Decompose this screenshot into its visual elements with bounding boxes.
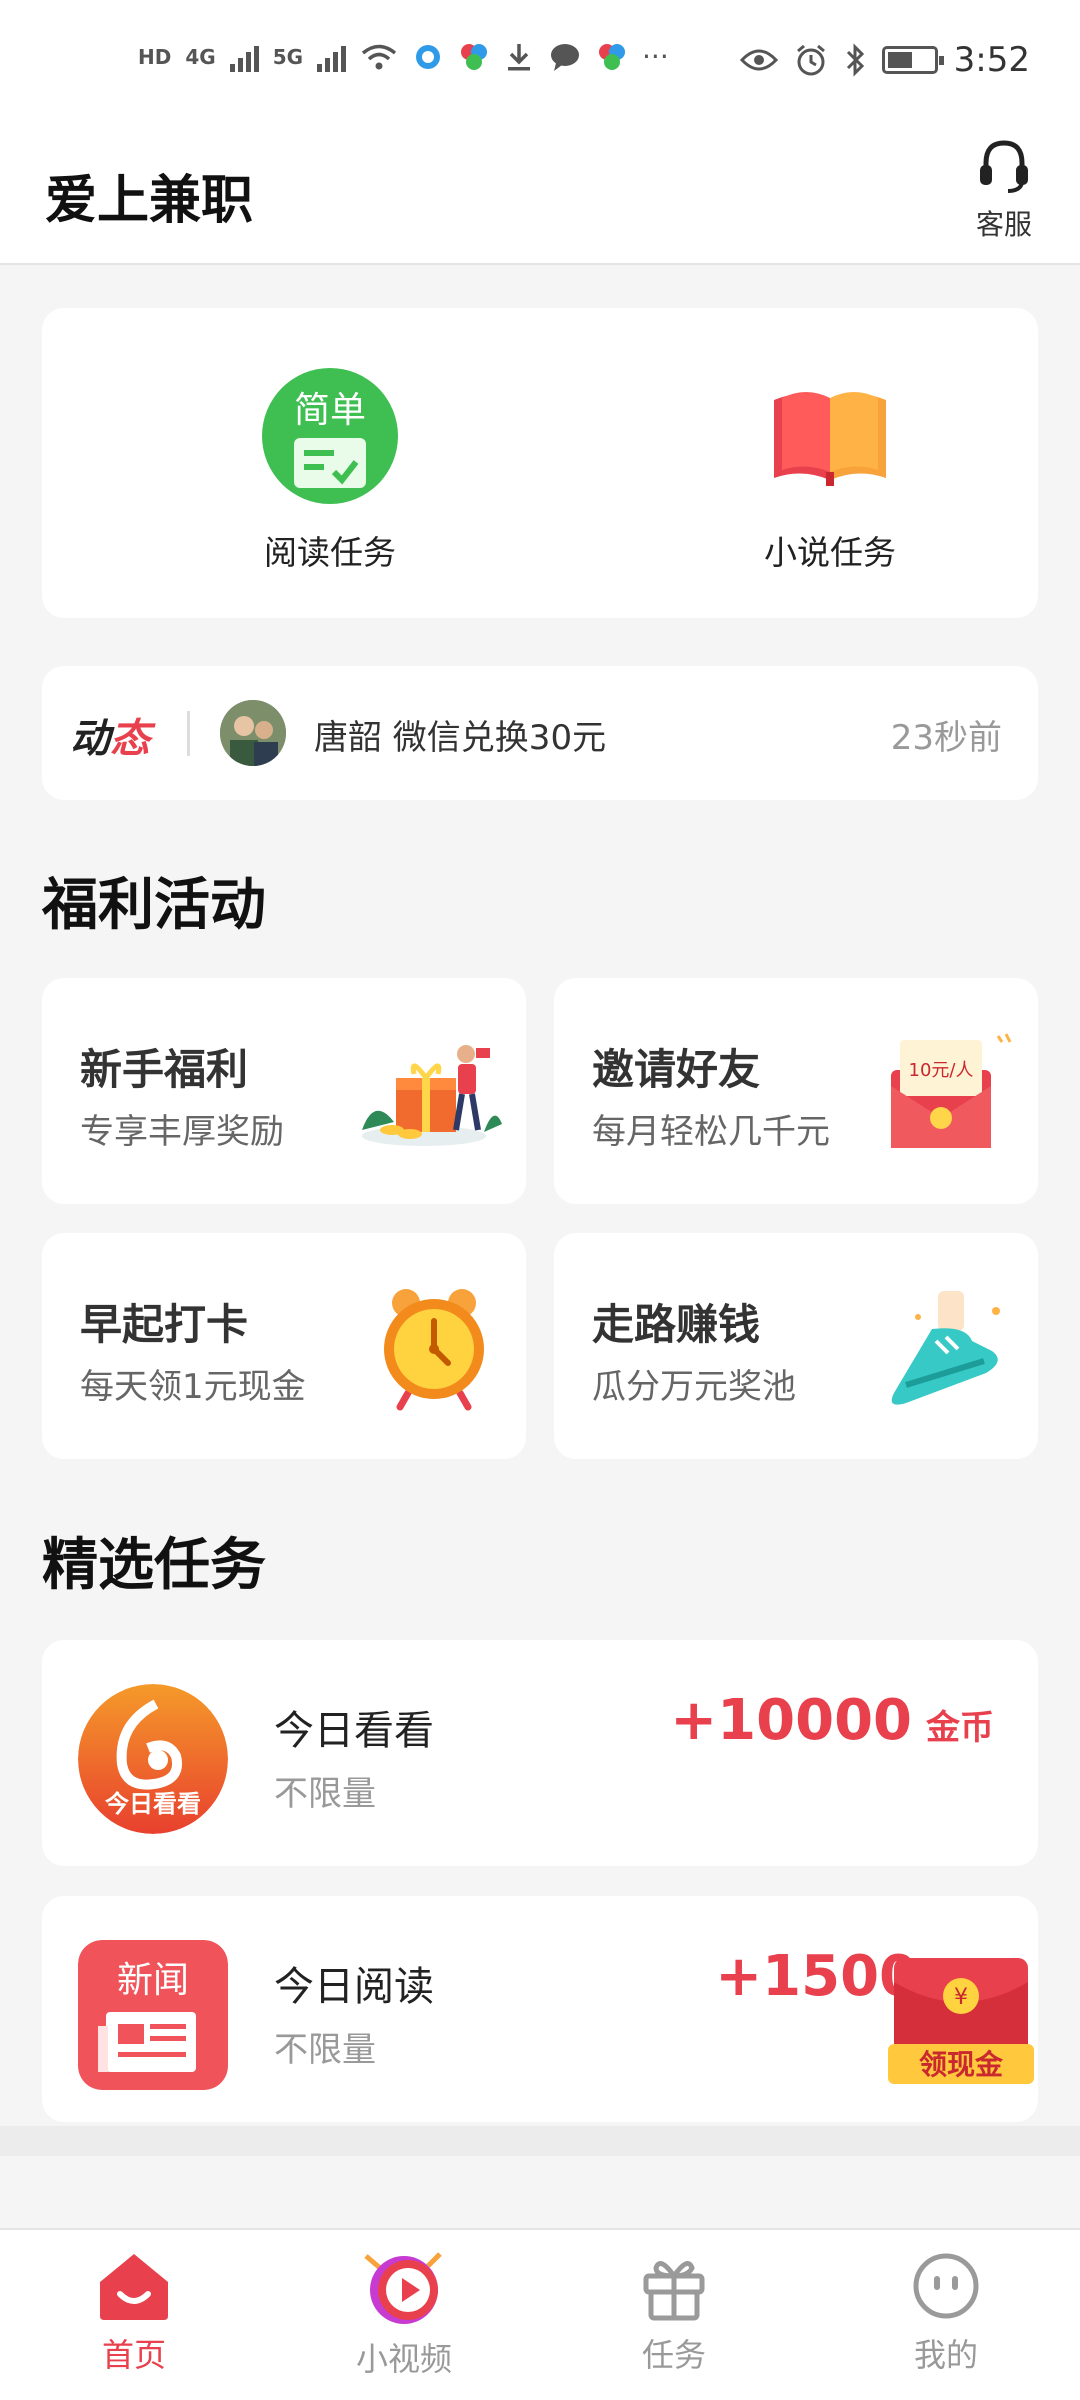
activity-tag: 动态 <box>70 716 150 762</box>
colorful-app-icon <box>461 43 488 70</box>
red-envelope-icon: 10元/人 <box>891 1033 1012 1148</box>
welfare-title: 新手福利 <box>80 1045 249 1094</box>
bluetooth-icon <box>846 43 864 77</box>
welfare-title: 走路赚钱 <box>592 1300 761 1349</box>
welfare-subtitle: 专享丰厚奖励 <box>80 1112 284 1152</box>
nav-tasks-label: 任务 <box>641 2336 706 2374</box>
svg-text:今日看看: 今日看看 <box>105 1790 201 1818</box>
task-entry-card: 简单 阅读任务 小说任务 <box>42 308 1038 618</box>
message-icon <box>551 43 580 71</box>
early-checkin-card[interactable]: 早起打卡 每天领1元现金 <box>42 1233 526 1459</box>
nav-tasks[interactable]: 任务 <box>574 2250 774 2376</box>
reading-task-badge: 简单 <box>294 390 366 431</box>
task-name: 今日阅读 <box>274 1964 434 2010</box>
task-limit: 不限量 <box>274 2030 376 2070</box>
reward-unit: 金币 <box>926 1708 994 1748</box>
welfare-subtitle: 每月轻松几千元 <box>592 1112 830 1152</box>
colorful-app-icon-2 <box>599 43 626 70</box>
nav-home[interactable]: 首页 <box>34 2250 234 2376</box>
sim2-label: 5G <box>272 44 304 69</box>
svg-text:新闻: 新闻 <box>117 1960 189 2001</box>
reading-task-button[interactable]: 简单 阅读任务 <box>230 368 430 574</box>
home-icon <box>100 2254 168 2320</box>
news-logo: 新闻 <box>78 1940 228 2090</box>
newbie-welfare-card[interactable]: 新手福利 专享丰厚奖励 <box>42 978 526 1204</box>
novel-task-button[interactable]: 小说任务 <box>730 368 930 574</box>
activity-time: 23秒前 <box>890 718 1002 758</box>
welfare-title: 早起打卡 <box>80 1300 249 1349</box>
battery-icon <box>881 46 944 74</box>
activity-divider <box>187 711 190 756</box>
nav-short-video[interactable]: 小视频 <box>304 2250 504 2380</box>
status-bar: HD 4G 5G ··· 3:52 <box>0 0 1080 120</box>
alarm-icon <box>796 44 825 76</box>
claim-cash-label: 领现金 <box>919 2048 1004 2081</box>
bottom-navigation: 首页 小视频 任务 我的 <box>0 2228 1080 2400</box>
status-right-icons: 3:52 <box>739 40 1030 80</box>
content-bottom-divider <box>0 2126 1080 2156</box>
status-left-icons: HD 4G 5G ··· <box>138 40 669 73</box>
book-icon <box>774 392 886 486</box>
signal-5g-icon <box>317 42 347 72</box>
task-limit: 不限量 <box>274 1774 376 1814</box>
welfare-section-title: 福利活动 <box>42 873 266 938</box>
download-icon <box>508 43 531 70</box>
nav-home-label: 首页 <box>101 2336 166 2374</box>
welfare-subtitle: 瓜分万元奖池 <box>592 1367 796 1407</box>
reading-task-icon: 简单 <box>262 368 398 504</box>
page-title: 爱上兼职 <box>45 171 254 231</box>
reading-task-label: 阅读任务 <box>264 533 396 572</box>
reward-amount: +10000 <box>670 1688 912 1753</box>
novel-task-label: 小说任务 <box>764 533 896 572</box>
video-play-icon <box>364 2252 442 2324</box>
customer-service-label: 客服 <box>975 208 1032 241</box>
sim1-label: 4G <box>185 44 216 69</box>
task-reward: +10000 金币 <box>670 1688 994 1753</box>
activity-text: 唐韶 微信兑换30元 <box>314 718 607 758</box>
profile-face-icon <box>913 2253 979 2319</box>
sneaker-icon <box>891 1291 1000 1405</box>
welfare-subtitle: 每天领1元现金 <box>80 1367 306 1407</box>
alarm-clock-icon <box>384 1289 484 1411</box>
invite-badge: 10元/人 <box>909 1060 974 1081</box>
nav-mine-label: 我的 <box>913 2336 978 2374</box>
walk-earn-card[interactable]: 走路赚钱 瓜分万元奖池 <box>554 1233 1038 1459</box>
signal-4g-icon <box>229 42 259 72</box>
featured-task-kankan[interactable]: 今日看看 今日看看 不限量 +10000 金币 <box>42 1640 1038 1866</box>
nav-short-video-label: 小视频 <box>355 2340 452 2378</box>
featured-section-title: 精选任务 <box>42 1533 266 1598</box>
avatar <box>220 700 286 766</box>
svg-text:¥: ¥ <box>954 1985 968 2010</box>
wifi-icon <box>361 44 397 69</box>
nav-mine[interactable]: 我的 <box>846 2250 1046 2376</box>
headset-icon <box>980 140 1028 193</box>
red-packet-icon: ¥ 领现金 <box>888 1958 1034 2084</box>
kankan-logo: 今日看看 <box>78 1684 228 1834</box>
gift-box-icon <box>643 2261 705 2321</box>
more-notifications-icon: ··· <box>642 40 669 73</box>
app-header: 爱上兼职 客服 <box>0 120 1080 265</box>
gift-icon <box>362 1045 502 1146</box>
customer-service-button[interactable]: 客服 <box>966 135 1042 243</box>
app-notification-icon <box>416 44 441 69</box>
task-name: 今日看看 <box>274 1708 434 1754</box>
hd-badge: HD <box>138 44 172 69</box>
claim-cash-floating-button[interactable]: ¥ 领现金 <box>886 1952 1036 2087</box>
activity-ticker[interactable]: 动态 唐韶 微信兑换30元 23秒前 <box>42 666 1038 800</box>
eye-icon <box>739 49 778 71</box>
welfare-title: 邀请好友 <box>592 1045 761 1094</box>
status-time: 3:52 <box>953 40 1030 80</box>
invite-friends-card[interactable]: 邀请好友 每月轻松几千元 10元/人 <box>554 978 1038 1204</box>
